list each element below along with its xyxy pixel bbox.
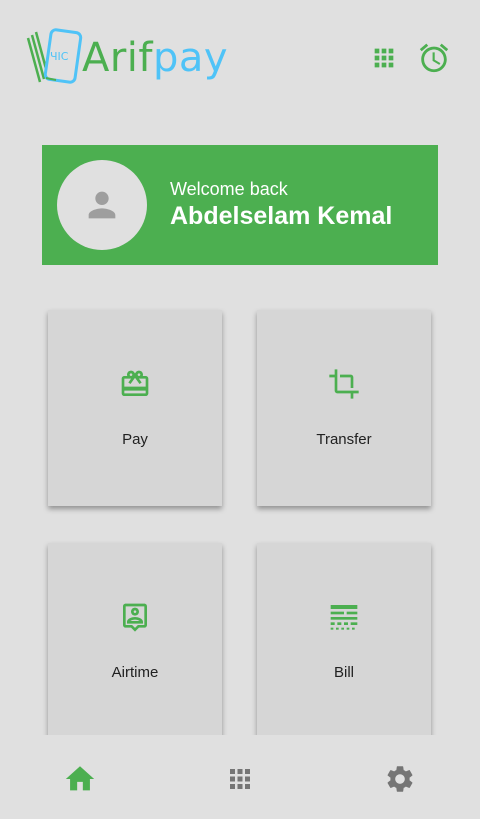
bill-label: Bill <box>333 664 354 681</box>
apps-grid-icon <box>230 769 250 789</box>
alarm-button[interactable] <box>414 38 454 78</box>
transfer-tile[interactable]: Transfer <box>257 310 431 506</box>
nav-home-button[interactable] <box>60 759 100 799</box>
home-icon <box>65 766 95 791</box>
logo-text-accent: pay <box>153 35 229 81</box>
bill-tile[interactable]: Bill <box>257 543 431 739</box>
welcome-label: Welcome back <box>170 179 288 199</box>
person-icon <box>88 191 116 219</box>
contact-phone-icon <box>123 603 147 632</box>
crop-transfer-icon <box>329 369 359 399</box>
apps-button[interactable] <box>364 38 404 78</box>
airtime-label: Airtime <box>111 664 159 681</box>
airtime-tile[interactable]: Airtime <box>48 543 222 739</box>
transfer-label: Transfer <box>316 431 372 448</box>
apps-grid-icon <box>374 48 394 68</box>
logo-wordmark: Arifpay <box>82 34 228 82</box>
logo-text-main: Arif <box>82 35 154 81</box>
gear-icon <box>387 766 413 792</box>
gift-card-icon <box>121 370 149 396</box>
nav-apps-button[interactable] <box>220 759 260 799</box>
welcome-card: Welcome back Abdelselam Kemal <box>42 145 438 265</box>
avatar[interactable] <box>57 160 147 250</box>
user-name: Abdelselam Kemal <box>170 202 393 230</box>
app-header: ЧIС Arifpay <box>0 0 480 110</box>
pay-label: Pay <box>122 431 148 448</box>
logo-badge-text: ЧIС <box>50 50 69 63</box>
money-phone-logo-icon: ЧIС <box>26 28 83 84</box>
nav-settings-button[interactable] <box>380 759 420 799</box>
arifpay-logo: ЧIС Arifpay <box>26 28 236 90</box>
pay-tile[interactable]: Pay <box>48 310 222 506</box>
alarm-clock-icon <box>419 43 449 73</box>
bottom-navigation <box>0 735 480 819</box>
bill-receipt-icon <box>330 605 358 630</box>
